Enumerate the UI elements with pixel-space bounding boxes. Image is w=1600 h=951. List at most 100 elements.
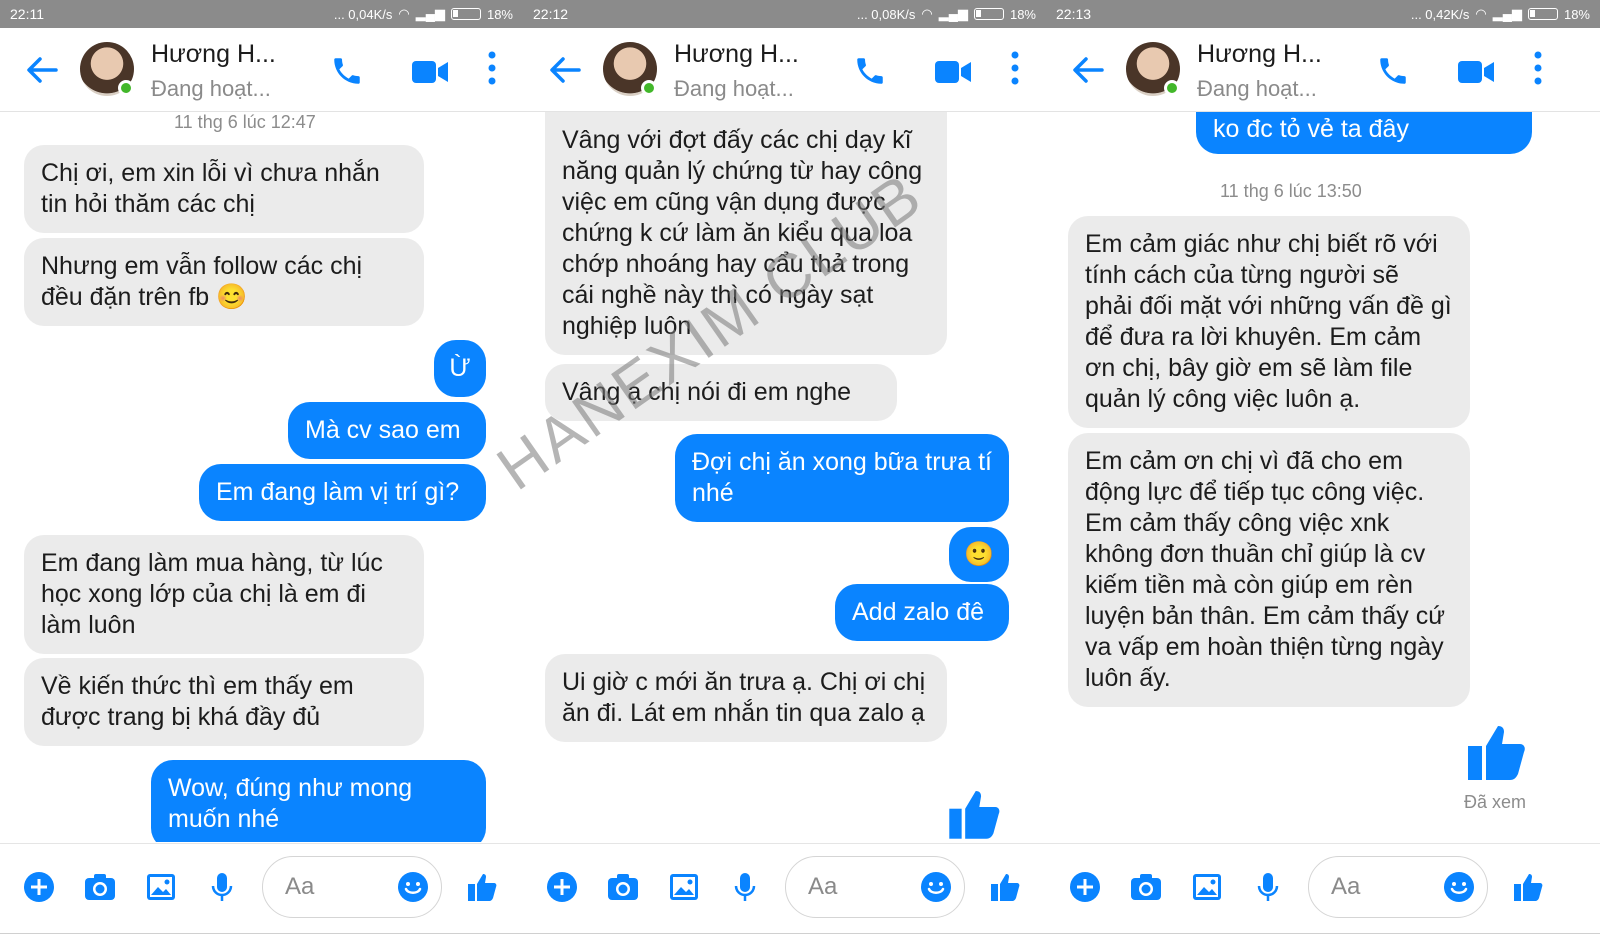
phone-icon[interactable] [330,54,364,88]
wifi-icon: ◠ [398,6,410,21]
wifi-icon: ◠ [1475,6,1487,21]
chat-panel-1: 22:11 ... 0,04K/s ◠ ▂▄▆ 18% Hương H... Đ… [0,0,523,951]
status-time: 22:13 [1056,6,1092,22]
online-dot [1164,80,1180,96]
video-camera-icon[interactable] [410,58,450,86]
message-outgoing[interactable]: Add zalo đê [835,584,1009,641]
image-icon[interactable] [144,870,178,904]
more-options-icon[interactable] [1532,50,1544,86]
status-bar: 22:11 ... 0,04K/s ◠ ▂▄▆ 18% [0,0,523,28]
emoji-icon[interactable] [397,871,429,903]
message-outgoing[interactable]: Wow, đúng như mong muốn nhé [151,760,486,842]
chat-panel-3: 22:13 ... 0,42K/s ◠ ▂▄▆ 18% Hương H... Đ… [1046,0,1600,951]
contact-name[interactable]: Hương H... [1197,40,1322,69]
like-icon[interactable] [988,870,1022,904]
emoji-icon[interactable] [1443,871,1475,903]
timestamp: 11 thg 6 lúc 12:47 [174,112,316,132]
back-arrow-icon[interactable] [1068,50,1108,90]
camera-icon[interactable] [606,870,640,904]
chat-panel-2: 22:12 ... 0,08K/s ◠ ▂▄▆ 18% Hương H... Đ… [523,0,1046,951]
battery-percent: 18% [1563,6,1590,22]
message-outgoing[interactable]: Ừ [434,340,486,397]
emoji-icon[interactable] [920,871,952,903]
more-options-icon[interactable] [486,50,498,86]
microphone-icon[interactable] [205,870,239,904]
status-bar: 22:12 ... 0,08K/s ◠ ▂▄▆ 18% [523,0,1046,28]
message-outgoing-emoji[interactable]: 🙂 [949,527,1009,582]
network-speed: ... 0,42K/s [1410,6,1470,22]
message-thread[interactable]: Vâng với đợt đấy các chị dạy kĩ năng quả… [523,112,1046,842]
battery-percent: 18% [1009,6,1036,22]
image-icon[interactable] [1190,870,1224,904]
signal-icon: ▂▄▆ [415,6,445,21]
online-dot [641,80,657,96]
message-outgoing[interactable]: Mà cv sao em [288,402,486,459]
avatar[interactable] [603,42,657,96]
more-options-icon[interactable] [1009,50,1021,86]
signal-icon: ▂▄▆ [938,6,968,21]
seen-label: Đã xem [1464,792,1527,812]
phone-icon[interactable] [1376,54,1410,88]
back-arrow-icon[interactable] [22,50,62,90]
wifi-icon: ◠ [921,6,933,21]
camera-icon[interactable] [83,870,117,904]
microphone-icon[interactable] [728,870,762,904]
message-incoming[interactable]: Nhưng em vẫn follow các chị đều đặn trên… [24,238,424,326]
message-incoming[interactable]: Em cảm giác như chị biết rõ với tính các… [1068,216,1470,428]
video-camera-icon[interactable] [933,58,973,86]
message-incoming[interactable]: Ui giờ c mới ăn trưa ạ. Chị ơi chị ăn đi… [545,654,947,742]
chat-header: Hương H... Đang hoạt... [0,28,523,112]
like-icon[interactable] [1511,870,1545,904]
network-speed: ... 0,08K/s [856,6,916,22]
online-dot [118,80,134,96]
composer-bar: Aa [1046,843,1600,933]
message-outgoing[interactable]: Em đang làm vị trí gì? [199,464,486,521]
screenshot-collage: 22:11 ... 0,04K/s ◠ ▂▄▆ 18% Hương H... Đ… [0,0,1600,951]
timestamp: 11 thg 6 lúc 13:50 [1220,181,1362,201]
battery-icon [450,8,481,20]
thumbs-up-icon [1468,726,1525,780]
battery-icon [1527,8,1558,20]
signal-icon: ▂▄▆ [1492,6,1522,21]
message-input[interactable]: Aa [1308,856,1488,918]
message-outgoing[interactable]: ko đc tỏ vẻ ta đây [1196,112,1532,154]
thumbs-up-icon [949,791,1000,839]
battery-percent: 18% [486,6,513,22]
message-incoming[interactable]: Vâng với đợt đấy các chị dạy kĩ năng quả… [545,112,947,355]
camera-icon[interactable] [1129,870,1163,904]
message-thread[interactable]: 11 thg 6 lúc 12:47 Chị ơi, em xin lỗi vì… [0,112,523,842]
contact-name[interactable]: Hương H... [151,40,276,69]
back-arrow-icon[interactable] [545,50,585,90]
add-icon[interactable] [1068,870,1102,904]
contact-name[interactable]: Hương H... [674,40,799,69]
avatar[interactable] [80,42,134,96]
chat-header: Hương H... Đang hoạt... [1046,28,1600,112]
contact-status: Đang hoạt... [151,76,271,101]
contact-status: Đang hoạt... [1197,76,1317,101]
video-camera-icon[interactable] [1456,58,1496,86]
message-incoming[interactable]: Em đang làm mua hàng, từ lúc học xong lớ… [24,535,424,654]
phone-icon[interactable] [853,54,887,88]
avatar[interactable] [1126,42,1180,96]
image-icon[interactable] [667,870,701,904]
add-icon[interactable] [22,870,56,904]
message-incoming[interactable]: Vâng ạ chị nói đi em nghe [545,364,897,421]
message-thread[interactable]: ko đc tỏ vẻ ta đây 11 thg 6 lúc 13:50 Em… [1046,112,1600,842]
message-incoming[interactable]: Về kiến thức thì em thấy em được trang b… [24,658,424,746]
microphone-icon[interactable] [1251,870,1285,904]
network-speed: ... 0,04K/s [333,6,393,22]
input-placeholder: Aa [1331,873,1361,900]
like-icon[interactable] [465,870,499,904]
message-input[interactable]: Aa [785,856,965,918]
add-icon[interactable] [545,870,579,904]
message-incoming[interactable]: Em cảm ơn chị vì đã cho em động lực để t… [1068,433,1470,707]
input-placeholder: Aa [808,873,838,900]
status-bar: 22:13 ... 0,42K/s ◠ ▂▄▆ 18% [1046,0,1600,28]
battery-icon [973,8,1004,20]
message-outgoing[interactable]: Đợi chị ăn xong bữa trưa tí nhé [675,434,1009,522]
message-incoming[interactable]: Chị ơi, em xin lỗi vì chưa nhắn tin hỏi … [24,145,424,233]
message-input[interactable]: Aa [262,856,442,918]
input-placeholder: Aa [285,873,315,900]
chat-header: Hương H... Đang hoạt... [523,28,1046,112]
composer-bar: Aa [0,843,523,933]
